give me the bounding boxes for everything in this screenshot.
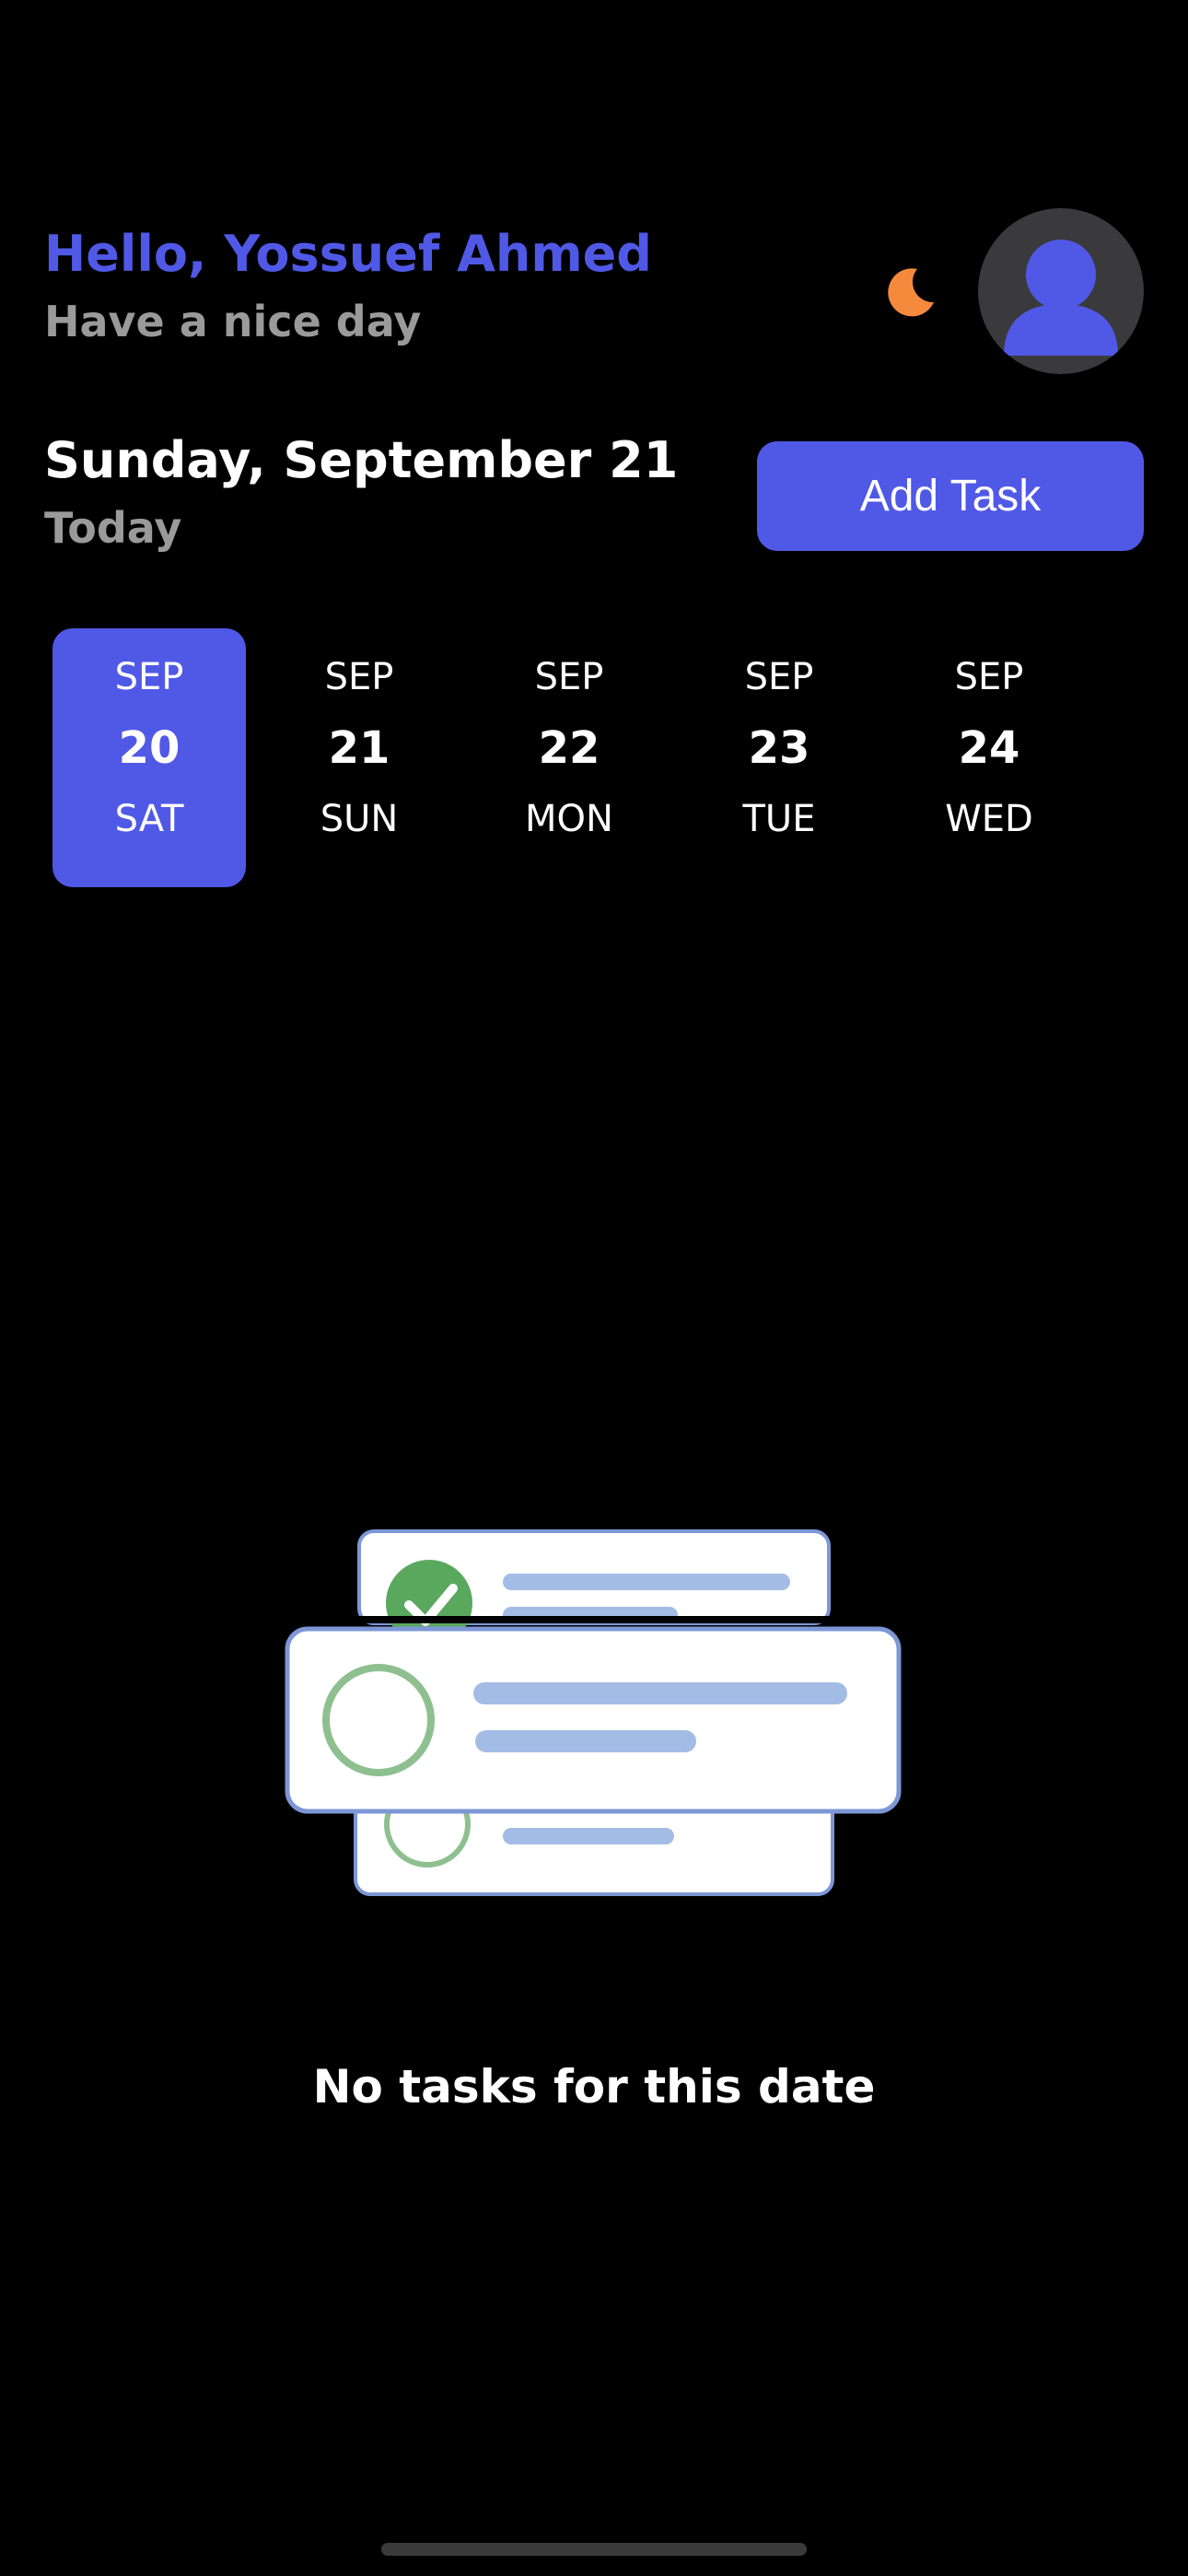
date-day: 23 <box>748 722 810 774</box>
add-task-button[interactable]: Add Task <box>757 441 1144 551</box>
date-month: SEP <box>954 656 1024 698</box>
date-weekday: WED <box>945 798 1033 840</box>
date-strip: SEP 20 SAT SEP 21 SUN SEP 22 MON SEP 23 … <box>52 628 1102 887</box>
date-item-sep-21[interactable]: SEP 21 SUN <box>262 628 456 887</box>
greeting-subtitle: Have a nice day <box>44 297 422 346</box>
user-avatar-icon[interactable] <box>978 208 1144 374</box>
date-item-sep-24[interactable]: SEP 24 WED <box>892 628 1086 887</box>
date-day: 21 <box>328 722 390 774</box>
date-weekday: SAT <box>114 798 184 840</box>
greeting-title: Hello, Yossuef Ahmed <box>44 225 652 283</box>
date-month: SEP <box>744 656 814 698</box>
home-indicator <box>381 2543 807 2556</box>
date-weekday: SUN <box>320 798 399 840</box>
date-item-sep-23[interactable]: SEP 23 TUE <box>682 628 876 887</box>
empty-state-message: No tasks for this date <box>312 2060 876 2113</box>
date-weekday: MON <box>525 798 613 840</box>
date-day: 20 <box>118 722 181 774</box>
current-date-subtitle: Today <box>44 503 182 553</box>
date-weekday: TUE <box>742 798 816 840</box>
date-month: SEP <box>324 656 394 698</box>
date-day: 24 <box>958 722 1020 774</box>
date-month: SEP <box>114 656 184 698</box>
date-day: 22 <box>538 722 600 774</box>
moon-icon[interactable] <box>880 262 939 321</box>
date-item-sep-20[interactable]: SEP 20 SAT <box>52 628 246 887</box>
current-date-title: Sunday, September 21 <box>44 431 679 489</box>
task-list-illustration <box>282 1528 908 1898</box>
date-month: SEP <box>534 656 604 698</box>
date-item-sep-22[interactable]: SEP 22 MON <box>472 628 666 887</box>
